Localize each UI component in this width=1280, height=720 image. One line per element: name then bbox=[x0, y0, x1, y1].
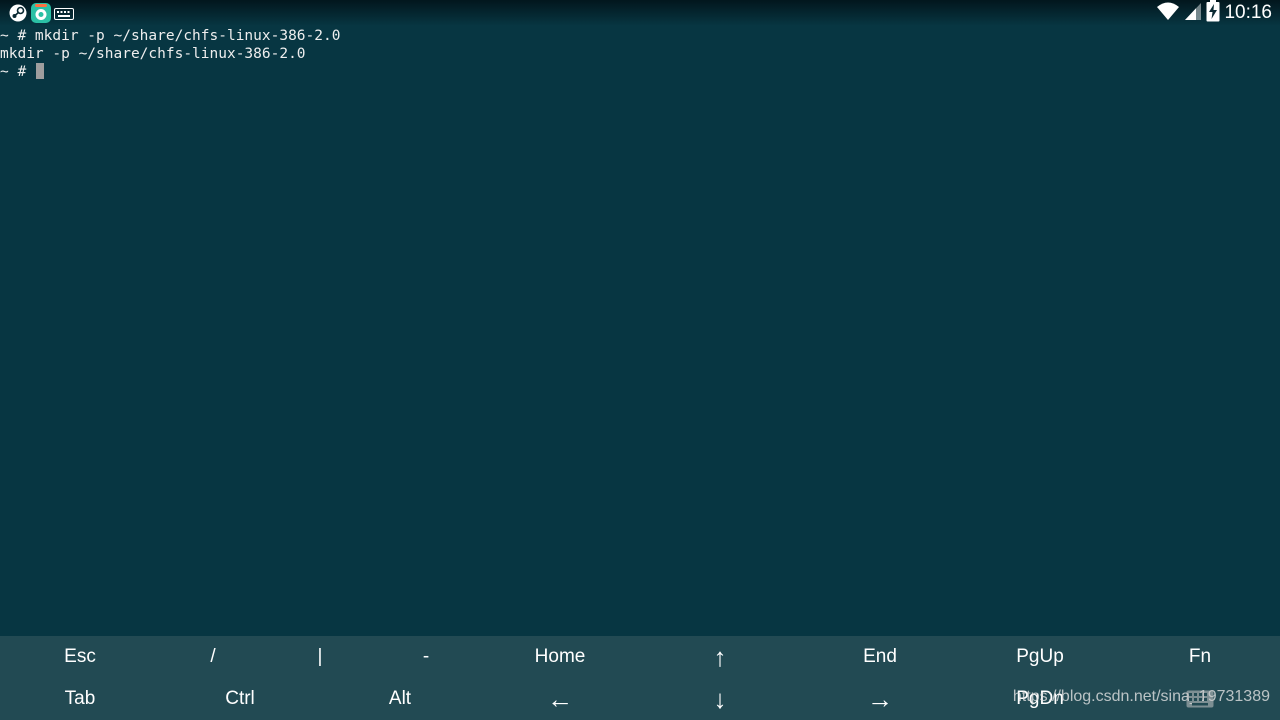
ctrl-key[interactable]: Ctrl bbox=[160, 678, 320, 720]
terminal-cursor bbox=[35, 63, 44, 79]
app-store-icon bbox=[30, 2, 52, 28]
prompt: ~ # bbox=[0, 64, 35, 80]
end-key[interactable]: End bbox=[800, 636, 960, 678]
keyboard-icon bbox=[54, 6, 74, 25]
tab-key[interactable]: Tab bbox=[0, 678, 160, 720]
terminal-output[interactable]: ~ # mkdir -p ~/share/chfs-linux-386-2.0 … bbox=[0, 27, 1280, 635]
wifi-icon bbox=[1156, 1, 1180, 25]
alt-key[interactable]: Alt bbox=[320, 678, 480, 720]
terminal-line: mkdir -p ~/share/chfs-linux-386-2.0 bbox=[0, 46, 306, 62]
status-bar: 10:16 bbox=[0, 0, 1280, 26]
watermark: https://blog.csdn.net/sina_19731389 bbox=[1012, 688, 1270, 705]
extra-keys-row-1: Esc / | - Home ↑ End PgUp Fn bbox=[0, 636, 1280, 678]
steam-icon bbox=[8, 3, 28, 27]
signal-icon bbox=[1184, 1, 1202, 25]
clock: 10:16 bbox=[1224, 2, 1272, 23]
keyboard-toggle-icon[interactable] bbox=[1186, 690, 1214, 712]
arrow-up-key[interactable]: ↑ bbox=[640, 636, 800, 678]
page-up-key[interactable]: PgUp bbox=[960, 636, 1120, 678]
battery-charging-icon bbox=[1206, 0, 1220, 26]
home-key[interactable]: Home bbox=[480, 636, 640, 678]
extra-keys-bar: Esc / | - Home ↑ End PgUp Fn Tab Ctrl Al… bbox=[0, 636, 1280, 720]
terminal-prompt-line[interactable]: ~ # bbox=[0, 63, 1280, 81]
arrow-down-key[interactable]: ↓ bbox=[640, 678, 800, 720]
arrow-left-key[interactable]: ← bbox=[480, 678, 640, 720]
fn-key[interactable]: Fn bbox=[1120, 636, 1280, 678]
arrow-right-key[interactable]: → bbox=[800, 678, 960, 720]
system-indicators: 10:16 bbox=[1156, 0, 1272, 26]
notification-icons bbox=[8, 2, 74, 28]
terminal-line: ~ # mkdir -p ~/share/chfs-linux-386-2.0 bbox=[0, 28, 341, 44]
